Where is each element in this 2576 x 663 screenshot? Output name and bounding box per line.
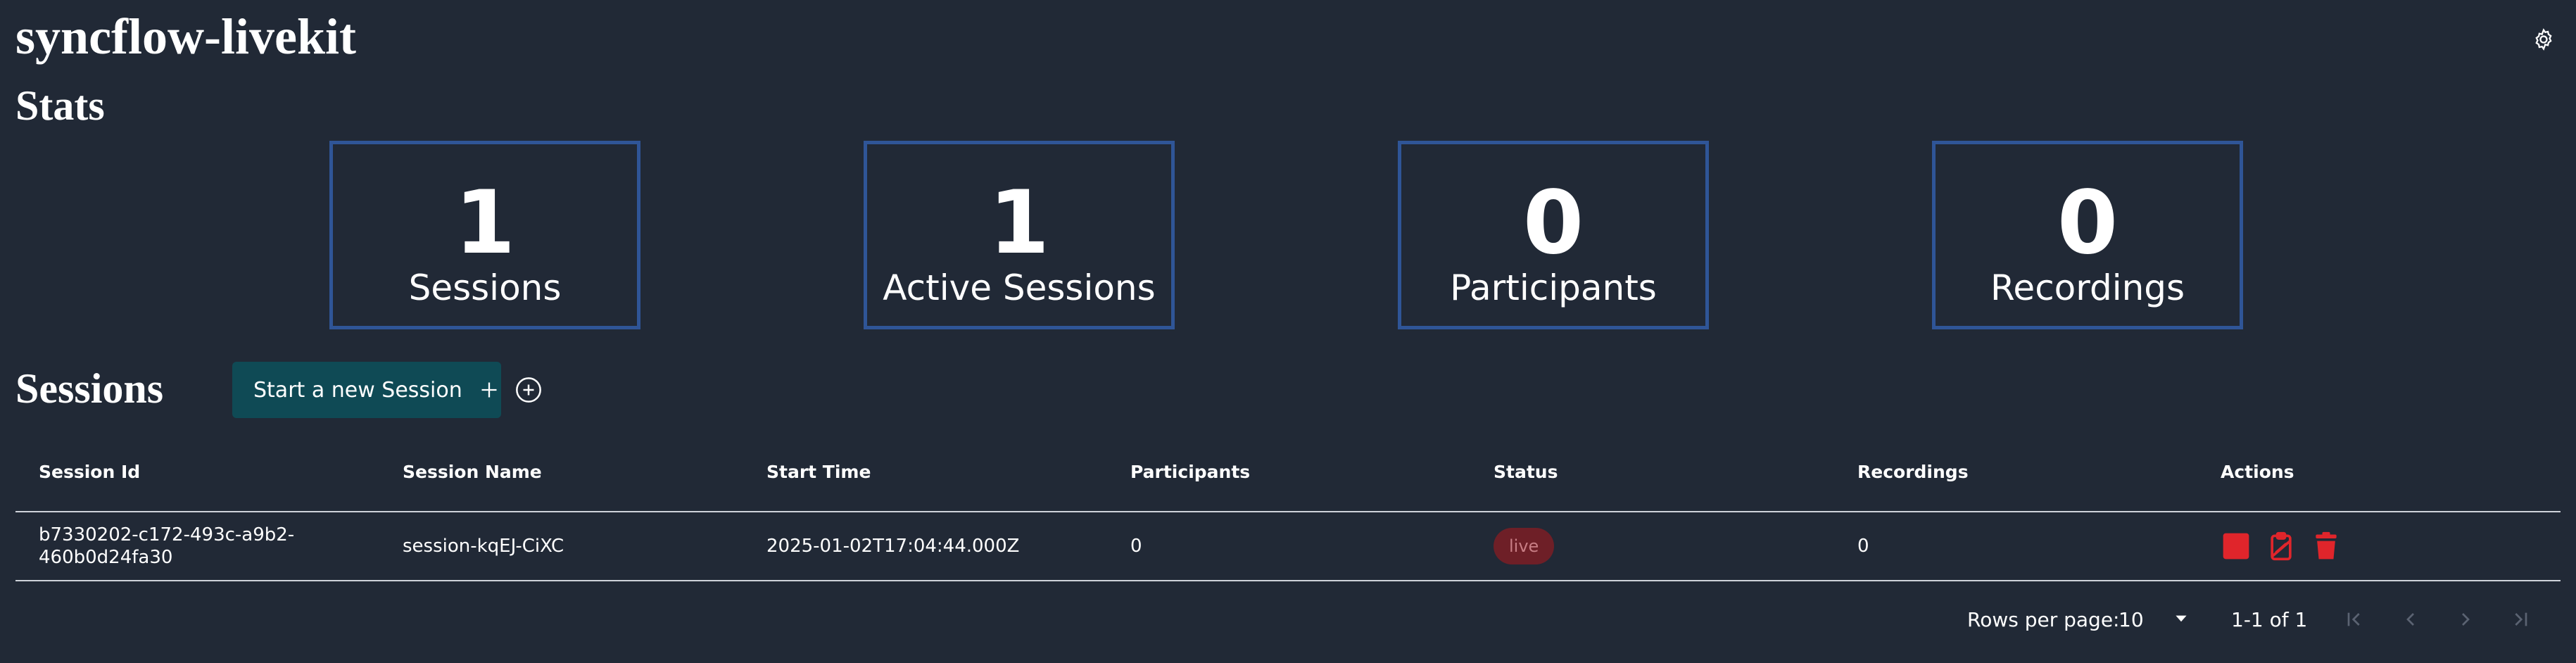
previous-page-button[interactable] [2393, 600, 2428, 639]
column-header-actions: Actions [2221, 462, 2294, 482]
add-session-icon-button[interactable] [514, 375, 543, 405]
clipboard-off-icon [2271, 531, 2292, 561]
session-id-part1: b7330202-c172-493c-a9b2- [39, 524, 295, 545]
status-cell: live [1494, 512, 1555, 580]
stat-card-participants: 0 Participants [1398, 141, 1709, 329]
column-header-status[interactable]: Status [1494, 462, 1558, 482]
first-page-button[interactable] [2337, 600, 2372, 639]
last-page-icon [2515, 612, 2527, 626]
start-time-cell: 2025-01-02T17:04:44.000Z [766, 536, 1020, 557]
next-page-button[interactable] [2448, 600, 2483, 639]
recordings-cell: 0 [1857, 536, 1869, 557]
stats-section-title: Stats [15, 82, 105, 129]
session-id-cell: b7330202-c172-493c-a9b2- 460b0d24fa30 [39, 512, 306, 580]
gear-icon [2535, 28, 2552, 51]
stat-card-active-sessions: 1 Active Sessions [864, 141, 1175, 329]
app-title: syncflow-livekit [15, 8, 356, 65]
column-header-session-name[interactable]: Session Name [403, 462, 542, 482]
disable-recording-button[interactable] [2266, 531, 2297, 562]
session-id-part2: 460b0d24fa30 [39, 547, 173, 568]
rows-per-page-select[interactable]: 10 [2119, 600, 2196, 639]
chevron-right-icon [2462, 613, 2470, 626]
stop-session-button[interactable] [2221, 531, 2252, 562]
participants-cell: 0 [1130, 536, 1142, 557]
pagination-bar: Rows per page: 10 1-1 of 1 [0, 600, 2576, 639]
settings-button[interactable] [2527, 23, 2561, 56]
column-header-start-time[interactable]: Start Time [766, 462, 871, 482]
session-name-cell: session-kqEJ-CiXC [403, 536, 564, 557]
stat-label: Sessions [408, 267, 562, 308]
stat-label: Recordings [1990, 267, 2185, 308]
column-header-session-id[interactable]: Session Id [39, 462, 140, 482]
pagination-range: 1-1 of 1 [2231, 607, 2308, 631]
plus-icon [479, 380, 499, 400]
chevron-left-icon [2406, 613, 2414, 626]
session-id-text: b7330202-c172-493c-a9b2- 460b0d24fa30 [39, 524, 294, 569]
chevron-down-icon [2172, 610, 2190, 629]
last-page-button[interactable] [2503, 600, 2538, 639]
stat-card-sessions: 1 Sessions [329, 141, 640, 329]
add-circle-icon [516, 377, 541, 403]
table-header: Session Id Session Name Start Time Parti… [15, 450, 2561, 512]
start-new-session-button[interactable]: Start a new Session [232, 362, 501, 418]
trash-icon [2316, 531, 2337, 560]
status-badge: live [1494, 528, 1555, 564]
sessions-table: Session Id Session Name Start Time Parti… [15, 450, 2561, 581]
rows-per-page-label: Rows per page: [1967, 607, 2120, 631]
stop-icon [2223, 533, 2249, 560]
delete-session-button[interactable] [2311, 531, 2342, 562]
stat-value: 1 [988, 172, 1050, 274]
column-header-recordings[interactable]: Recordings [1857, 462, 1969, 482]
stat-value: 0 [2057, 172, 2119, 274]
start-session-label: Start a new Session [253, 377, 462, 403]
stat-value: 1 [454, 172, 516, 274]
stat-label: Participants [1450, 267, 1657, 308]
stat-value: 0 [1522, 172, 1584, 274]
page: syncflow-livekit Stats 1 Sessions 1 Acti… [0, 0, 2576, 663]
column-header-participants[interactable]: Participants [1130, 462, 1250, 482]
stat-card-recordings: 0 Recordings [1932, 141, 2243, 329]
sessions-section-title: Sessions [15, 365, 164, 412]
rows-per-page-value: 10 [2119, 607, 2144, 631]
table-row[interactable]: b7330202-c172-493c-a9b2- 460b0d24fa30 se… [15, 512, 2561, 581]
first-page-icon [2347, 612, 2360, 626]
actions-cell [2221, 512, 2356, 580]
stat-label: Active Sessions [883, 267, 1156, 308]
